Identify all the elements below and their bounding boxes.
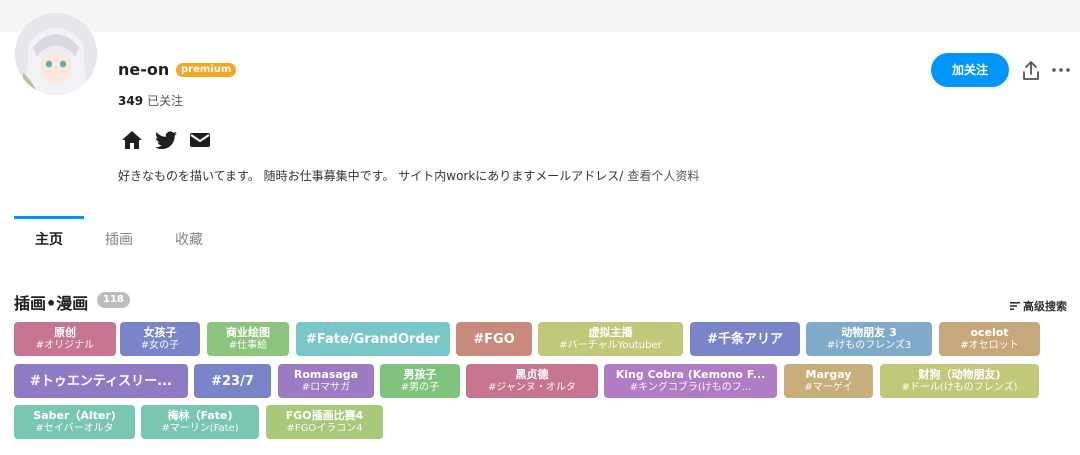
tag-chip[interactable]: 虚拟主播 #バーチャルYoutuber — [538, 322, 683, 356]
tag-chip[interactable]: #千条アリア — [690, 322, 800, 356]
tag-chip[interactable]: #Fate/GrandOrder — [296, 322, 450, 356]
twitter-icon[interactable] — [154, 128, 178, 152]
tag-chip[interactable]: ocelot #オセロット — [939, 322, 1040, 356]
advanced-search-button[interactable]: 高级搜索 — [1010, 298, 1067, 314]
social-links — [120, 128, 212, 152]
tag-name: 虚拟主播 — [588, 326, 633, 339]
mail-icon[interactable] — [188, 128, 212, 152]
more-options-icon[interactable] — [1051, 62, 1071, 78]
tag-name: ocelot — [970, 326, 1009, 339]
tag-name: Margay — [805, 368, 852, 381]
tag-chip[interactable]: King Cobra (Kemono F... #キングコブラ(けものフ... — [604, 364, 777, 398]
tag-name: 财狗（动物朋友) — [918, 368, 1001, 381]
tag-chip[interactable]: FGO插画比赛4 #FGOイラコン4 — [266, 405, 383, 439]
advanced-search-label: 高级搜索 — [1023, 300, 1067, 313]
tag-translation: #オセロット — [960, 340, 1019, 351]
top-bar — [0, 0, 1080, 32]
tag-name: 女孩子 — [143, 326, 177, 339]
tag-chip[interactable]: 男孩子 #男の子 — [380, 364, 460, 398]
tag-translation: #ジャンヌ・オルタ — [488, 382, 576, 393]
tag-name: FGO插画比赛4 — [285, 409, 364, 422]
tag-chip[interactable]: Saber（Alter) #セイバーオルタ — [14, 405, 135, 439]
tag-translation: #仕事絵 — [228, 340, 268, 351]
tag-name: 男孩子 — [403, 368, 437, 381]
view-profile-link[interactable]: 查看个人资料 — [627, 169, 699, 183]
filter-icon — [1010, 300, 1020, 313]
tag-name: Saber（Alter) — [33, 409, 116, 422]
premium-badge: premium — [176, 63, 237, 77]
home-icon[interactable] — [120, 128, 144, 152]
username: ne-on — [118, 60, 170, 79]
tag-name: 梅林（Fate) — [167, 409, 233, 422]
tag-chip[interactable]: 动物朋友 3 #けものフレンズ3 — [806, 322, 932, 356]
tag-translation: #女の子 — [140, 340, 180, 351]
tag-translation: #マーゲイ — [804, 382, 853, 393]
tab-illustrations[interactable]: 插画 — [84, 229, 154, 249]
tag-name: #23/7 — [211, 373, 254, 389]
following-stat[interactable]: 349 已关注 — [118, 92, 183, 109]
tag-name: 原创 — [54, 326, 76, 339]
section-title: 插画•漫画 — [14, 294, 89, 313]
tag-name: #FGO — [473, 331, 515, 347]
tag-chip[interactable]: Margay #マーゲイ — [784, 364, 873, 398]
tag-name: 商业绘图 — [226, 326, 270, 339]
tag-name: #トゥエンティスリー... — [30, 373, 172, 389]
tag-chip[interactable]: Romasaga #ロマサガ — [278, 364, 374, 398]
tag-translation: #セイバーオルタ — [35, 423, 114, 434]
tag-name: Romasaga — [293, 368, 359, 381]
tag-chip[interactable]: 财狗（动物朋友) #ドール(けものフレンズ) — [880, 364, 1039, 398]
tab-home[interactable]: 主页 — [14, 229, 84, 249]
active-tab-indicator — [14, 216, 84, 219]
tag-translation: #オリジナル — [35, 340, 95, 351]
tag-chip[interactable]: #23/7 — [194, 364, 271, 398]
following-label: 已关注 — [147, 94, 184, 108]
following-count: 349 — [118, 94, 144, 108]
tag-translation: #男の子 — [400, 382, 440, 393]
tag-name: 动物朋友 3 — [841, 326, 897, 339]
tag-translation: #ロマサガ — [301, 382, 351, 393]
tag-chip[interactable]: 女孩子 #女の子 — [120, 322, 200, 356]
tag-translation: #マーリン(Fate) — [161, 423, 239, 434]
follow-button[interactable]: 加关注 — [931, 53, 1009, 87]
tag-chip[interactable]: #FGO — [456, 322, 532, 356]
bio-text: 好きなものを描いてます。 随時お仕事募集中です。 サイト内workにありますメー… — [118, 169, 624, 183]
tag-chip[interactable]: 原创 #オリジナル — [14, 322, 116, 356]
share-icon[interactable] — [1021, 60, 1041, 82]
tab-bookmarks[interactable]: 收藏 — [154, 229, 224, 249]
tag-translation: #FGOイラコン4 — [286, 423, 363, 434]
profile-tabs: 主页 插画 收藏 — [14, 229, 224, 249]
tag-chip[interactable]: 黑贞德 #ジャンヌ・オルタ — [466, 364, 598, 398]
tag-translation: #バーチャルYoutuber — [559, 340, 662, 351]
tag-translation: #ドール(けものフレンズ) — [901, 382, 1018, 393]
tag-name: 黑贞德 — [515, 368, 549, 381]
profile-bio: 好きなものを描いてます。 随時お仕事募集中です。 サイト内workにありますメー… — [118, 167, 699, 184]
tag-chip[interactable]: 商业绘图 #仕事絵 — [207, 322, 289, 356]
tag-name: King Cobra (Kemono F... — [615, 368, 766, 381]
tag-chip[interactable]: 梅林（Fate) #マーリン(Fate) — [141, 405, 259, 439]
tag-name: #千条アリア — [707, 331, 783, 347]
avatar[interactable] — [15, 13, 97, 95]
tag-chip[interactable]: #トゥエンティスリー... — [14, 364, 188, 398]
tag-translation: #キングコブラ(けものフ... — [629, 382, 752, 393]
tag-name: #Fate/GrandOrder — [306, 331, 440, 347]
work-count-badge: 118 — [97, 292, 130, 308]
tag-translation: #けものフレンズ3 — [826, 340, 912, 351]
